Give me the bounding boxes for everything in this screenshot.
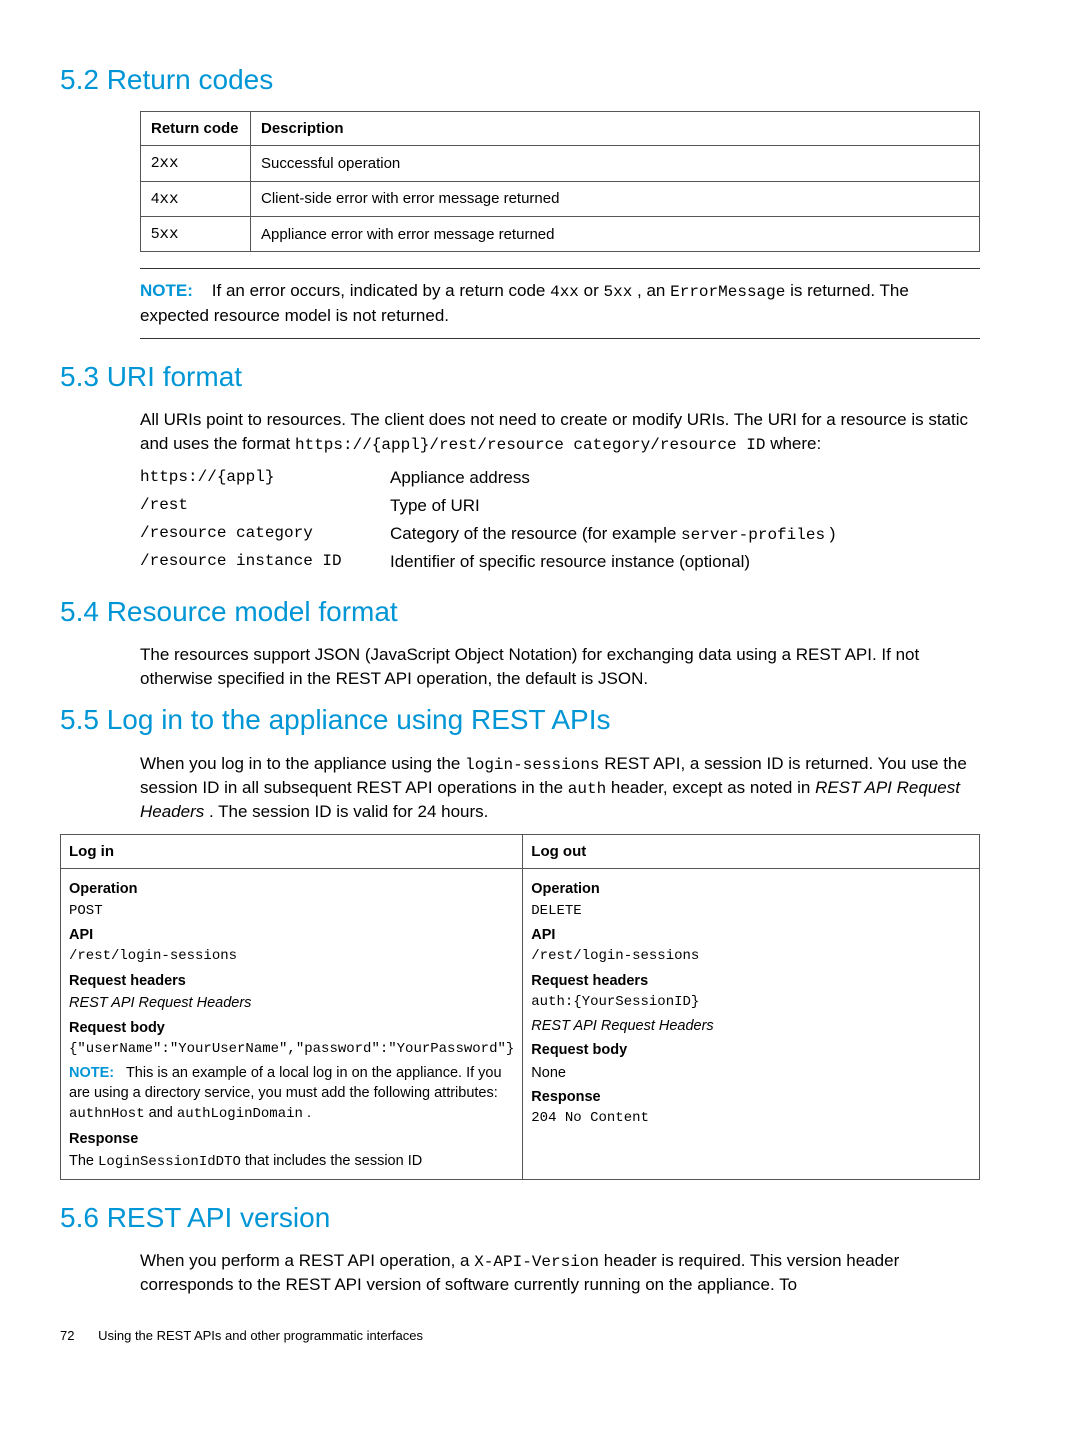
inline-code: 4xx <box>550 283 579 301</box>
label-operation: Operation <box>531 879 971 899</box>
body-text: When you log in to the appliance using t… <box>140 752 980 825</box>
uri-term: /resource instance ID <box>140 550 390 574</box>
label-request-body: Request body <box>69 1018 514 1038</box>
value-operation: POST <box>69 902 514 922</box>
cell-code: 4xx <box>141 181 251 216</box>
inline-code: authLoginDomain <box>177 1106 303 1122</box>
section-heading-return-codes: 5.2 Return codes <box>60 60 980 99</box>
inline-code: server-profiles <box>681 526 825 544</box>
table-row: 5xx Appliance error with error message r… <box>141 216 980 251</box>
uri-term: https://{appl} <box>140 466 390 490</box>
inline-code: X-API-Version <box>474 1253 599 1271</box>
uri-def: Type of URI <box>390 494 980 518</box>
uri-term: /resource category <box>140 522 390 546</box>
inline-code: auth <box>568 780 606 798</box>
th-logout: Log out <box>523 835 980 869</box>
cell-code: 2xx <box>141 146 251 181</box>
uri-def: Identifier of specific resource instance… <box>390 550 980 574</box>
uri-def: Category of the resource (for example se… <box>390 522 980 546</box>
login-logout-table: Log in Log out Operation POST API /rest/… <box>60 834 980 1179</box>
table-row: 4xx Client-side error with error message… <box>141 181 980 216</box>
cell-logout: Operation DELETE API /rest/login-session… <box>523 869 980 1179</box>
body-text: When you perform a REST API operation, a… <box>140 1249 980 1297</box>
section-heading-resource-model: 5.4 Resource model format <box>60 592 980 631</box>
section-heading-uri-format: 5.3 URI format <box>60 357 980 396</box>
inline-code: LoginSessionIdDTO <box>98 1154 241 1170</box>
label-response: Response <box>531 1087 971 1107</box>
return-codes-table: Return code Description 2xx Successful o… <box>140 111 980 252</box>
label-response: Response <box>69 1129 514 1149</box>
label-operation: Operation <box>69 879 514 899</box>
cell-desc: Appliance error with error message retur… <box>251 216 980 251</box>
body-text: All URIs point to resources. The client … <box>140 408 980 456</box>
inline-code: ErrorMessage <box>670 283 785 301</box>
inline-code: login-sessions <box>465 756 599 774</box>
value-request-headers: REST API Request Headers <box>69 993 514 1013</box>
value-operation: DELETE <box>531 902 971 922</box>
th-login: Log in <box>61 835 523 869</box>
value-api: /rest/login-sessions <box>69 947 514 967</box>
th-return-code: Return code <box>141 112 251 146</box>
page-footer: 72 Using the REST APIs and other program… <box>60 1327 980 1345</box>
label-api: API <box>531 925 971 945</box>
value-response: The LoginSessionIdDTO that includes the … <box>69 1151 514 1173</box>
uri-def: Appliance address <box>390 466 980 490</box>
label-api: API <box>69 925 514 945</box>
note-text: NOTE: This is an example of a local log … <box>69 1063 514 1125</box>
label-request-headers: Request headers <box>69 971 514 991</box>
note-text: or <box>584 281 604 300</box>
footer-chapter: Using the REST APIs and other programmat… <box>98 1328 423 1343</box>
uri-term: /rest <box>140 494 390 518</box>
value-request-body: {"userName":"YourUserName","password":"Y… <box>69 1040 514 1060</box>
section-heading-login: 5.5 Log in to the appliance using REST A… <box>60 700 980 739</box>
note-label: NOTE: <box>140 281 193 300</box>
body-text: The resources support JSON (JavaScript O… <box>140 643 980 691</box>
value-request-headers-2: REST API Request Headers <box>531 1016 971 1036</box>
cell-desc: Successful operation <box>251 146 980 181</box>
value-request-body: None <box>531 1063 971 1083</box>
cell-code: 5xx <box>141 216 251 251</box>
label-request-body: Request body <box>531 1040 971 1060</box>
inline-code: https://{appl}/rest/resource category/re… <box>295 436 765 454</box>
section-heading-api-version: 5.6 REST API version <box>60 1198 980 1237</box>
page-number: 72 <box>60 1328 74 1343</box>
inline-code: authnHost <box>69 1106 145 1122</box>
th-description: Description <box>251 112 980 146</box>
table-row: 2xx Successful operation <box>141 146 980 181</box>
value-request-headers: auth:{YourSessionID} <box>531 993 971 1013</box>
note-text: If an error occurs, indicated by a retur… <box>212 281 550 300</box>
uri-definition-list: https://{appl} Appliance address /rest T… <box>140 466 980 574</box>
value-api: /rest/login-sessions <box>531 947 971 967</box>
cell-login: Operation POST API /rest/login-sessions … <box>61 869 523 1179</box>
label-request-headers: Request headers <box>531 971 971 991</box>
note-text: , an <box>637 281 670 300</box>
value-response: 204 No Content <box>531 1109 971 1129</box>
note-box: NOTE: If an error occurs, indicated by a… <box>140 268 980 338</box>
inline-code: 5xx <box>603 283 632 301</box>
cell-desc: Client-side error with error message ret… <box>251 181 980 216</box>
